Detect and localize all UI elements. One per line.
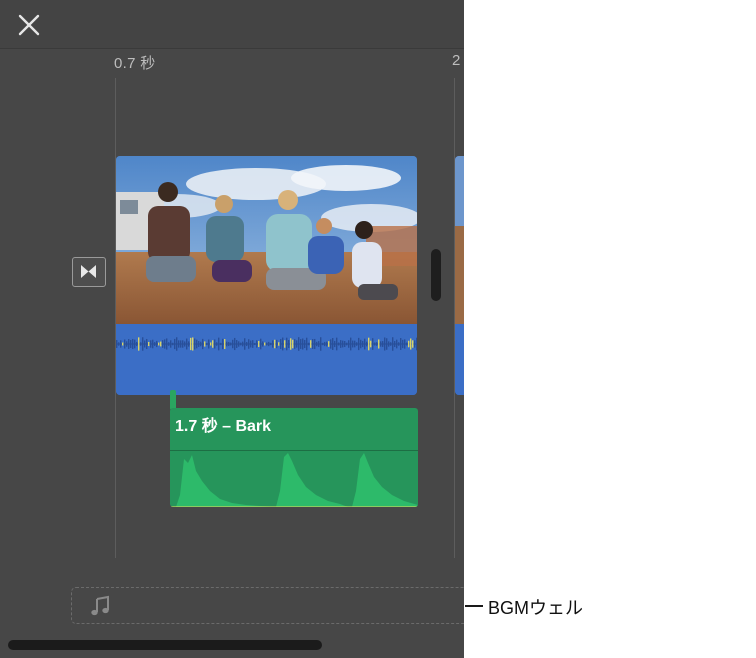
callout-line <box>465 605 483 607</box>
video-clip[interactable] <box>116 156 417 395</box>
sound-effect-title: 1.7 秒 – Bark <box>175 418 272 435</box>
sound-effect-waveform <box>170 453 418 507</box>
clip-trim-handle[interactable] <box>431 249 441 301</box>
close-icon <box>18 14 40 36</box>
close-button[interactable] <box>14 10 44 40</box>
horizontal-scrollbar[interactable] <box>8 640 322 650</box>
transition-button[interactable] <box>72 257 106 287</box>
timestamp-label: 0.7 秒 <box>114 55 156 72</box>
sound-effect-clip[interactable]: 1.7 秒 – Bark <box>170 408 418 507</box>
music-note-icon <box>91 595 109 616</box>
bgm-well-callout-label: BGMウェル <box>488 598 584 618</box>
sound-effect-connector <box>170 390 176 410</box>
transition-icon <box>81 265 96 278</box>
top-toolbar <box>0 0 464 49</box>
video-thumbnail <box>116 156 417 324</box>
video-audio-waveform <box>116 324 417 395</box>
timeline-pane: 0.7 秒 2 1.7 秒 – Bark <box>0 0 464 658</box>
bgm-well[interactable] <box>71 587 464 624</box>
next-video-clip[interactable] <box>455 156 464 395</box>
timestamp-label: 2 <box>452 52 461 69</box>
